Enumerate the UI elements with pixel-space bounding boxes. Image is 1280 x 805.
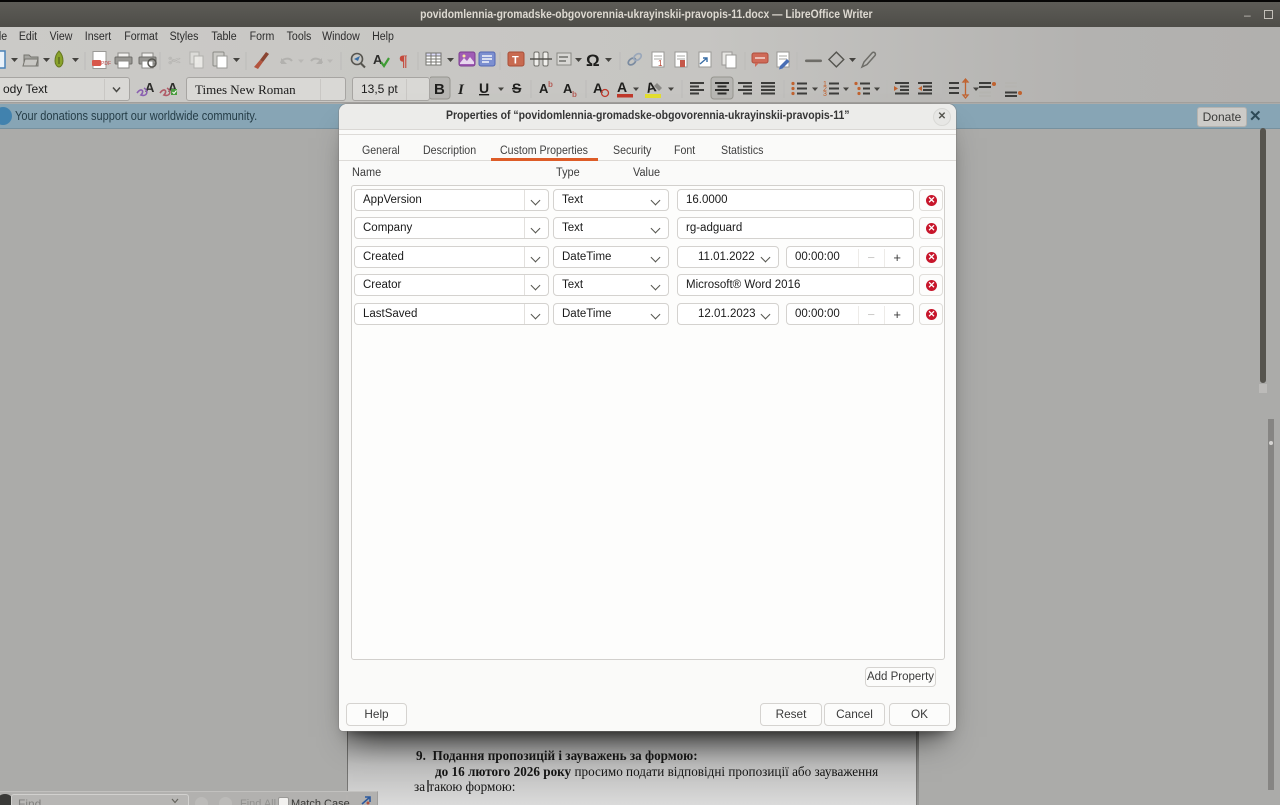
svg-text:✄: ✄ — [168, 53, 181, 70]
svg-text:A: A — [617, 79, 627, 95]
svg-text:1: 1 — [658, 59, 663, 68]
svg-text:b: b — [548, 80, 553, 89]
svg-text:PDF: PDF — [101, 61, 111, 67]
svg-text:3: 3 — [823, 91, 827, 98]
svg-text:T: T — [512, 55, 519, 67]
svg-text:¶: ¶ — [399, 53, 408, 70]
svg-text:Ω: Ω — [586, 51, 600, 70]
svg-text:A: A — [373, 52, 383, 67]
svg-text:I: I — [457, 82, 465, 98]
svg-text:B: B — [434, 81, 445, 98]
svg-text:b: b — [572, 90, 577, 99]
svg-text:U: U — [479, 80, 489, 96]
svg-text:S: S — [512, 80, 521, 96]
